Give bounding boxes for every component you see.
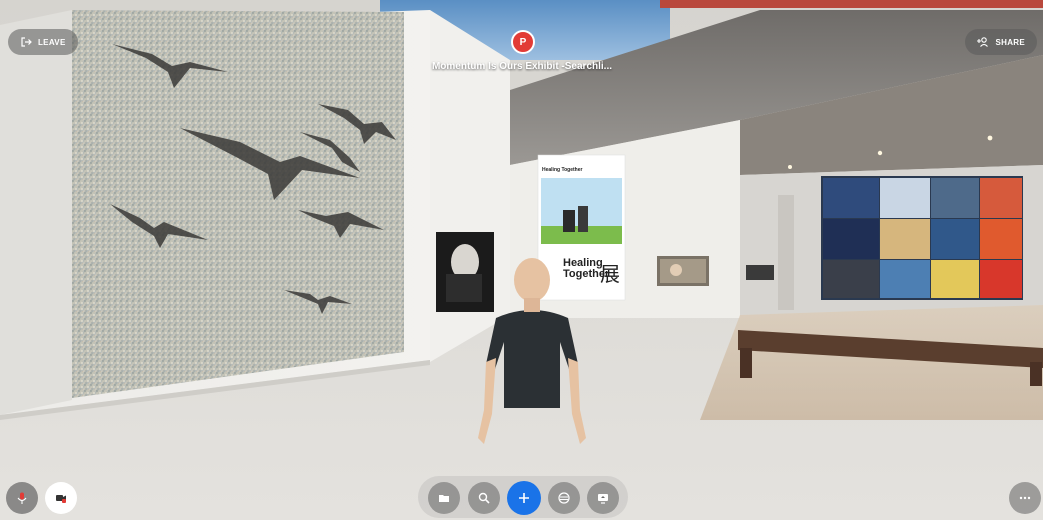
share-label: SHARE	[995, 37, 1025, 47]
search-icon	[477, 491, 491, 505]
space-title: Momentum Is Ours Exhibit -Searchli...	[431, 61, 613, 72]
more-button[interactable]	[1009, 482, 1041, 514]
gallery-scene	[0, 0, 1043, 520]
camera-off-icon	[54, 491, 68, 505]
add-button[interactable]	[507, 481, 541, 515]
more-icon	[1018, 491, 1032, 505]
poster-headline-cjk: 展	[600, 262, 620, 286]
screen-share-button[interactable]	[587, 482, 619, 514]
space-avatar[interactable]: P	[511, 30, 535, 54]
add-person-icon	[977, 36, 989, 48]
media-icon	[437, 491, 451, 505]
exit-icon	[20, 36, 32, 48]
share-button[interactable]: SHARE	[965, 29, 1037, 55]
leave-button[interactable]: LEAVE	[8, 29, 78, 55]
search-button[interactable]	[468, 482, 500, 514]
poster-title: Healing Together	[542, 167, 583, 173]
screen-share-icon	[596, 491, 610, 505]
microphone-button[interactable]	[6, 482, 38, 514]
reaction-button[interactable]	[548, 482, 580, 514]
camera-button[interactable]	[45, 482, 77, 514]
microphone-icon	[15, 491, 29, 505]
media-button[interactable]	[428, 482, 460, 514]
leave-label: LEAVE	[38, 37, 66, 47]
plus-icon	[517, 491, 531, 505]
reaction-icon	[557, 491, 571, 505]
